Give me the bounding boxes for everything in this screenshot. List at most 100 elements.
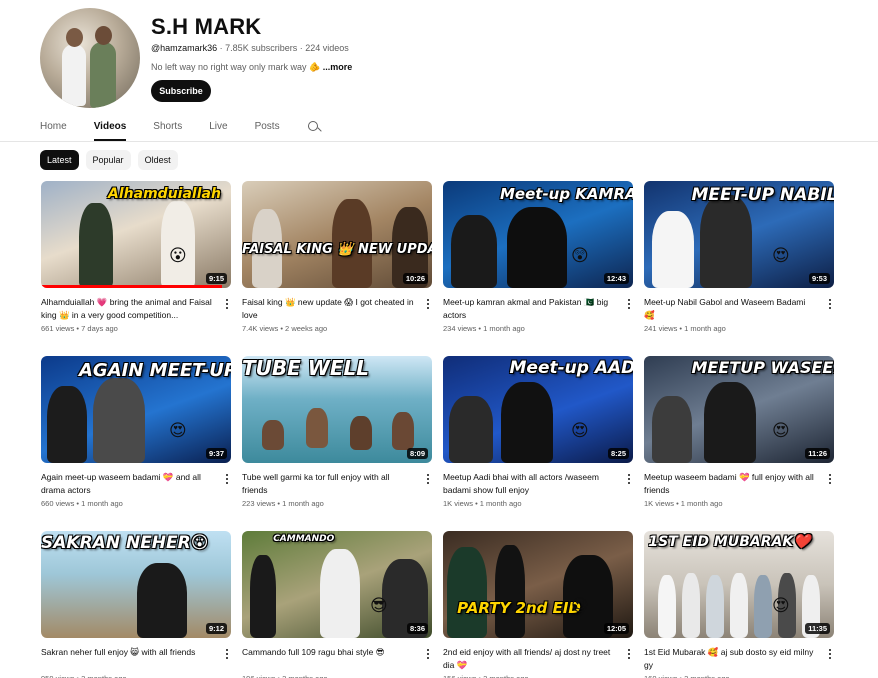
video-thumbnail[interactable]: CAMMANDO 😎 8:36: [242, 531, 432, 638]
video-thumbnail[interactable]: Alhamduiallah 😮 9:15: [41, 181, 231, 288]
thumbnail-caption: MEETUP WASEEM BADAMI: [691, 358, 835, 377]
chip-oldest[interactable]: Oldest: [137, 150, 178, 170]
video-title[interactable]: Meetup Aadi bhai with all actors /waseem…: [443, 471, 615, 496]
video-thumbnail[interactable]: FAISAL KING 👑 NEW UPDATE ❤️‍🩹 10:26: [242, 181, 432, 288]
tab-shorts[interactable]: Shorts: [153, 112, 182, 141]
duration-badge: 12:43: [603, 273, 629, 284]
video-title[interactable]: Alhamduiallah 💗 bring the animal and Fai…: [41, 296, 213, 321]
chip-latest[interactable]: Latest: [40, 150, 79, 170]
video-title[interactable]: Meet-up kamran akmal and Pakistan 🇵🇰 big…: [443, 296, 615, 321]
thumbnail-emoji: 😎: [370, 596, 388, 615]
thumbnail-person: [306, 408, 328, 448]
thumbnail-person: [79, 203, 113, 288]
more-options-icon[interactable]: [424, 647, 432, 661]
video-card[interactable]: MEET-UP NABIL GABOL 😍 9:53 Meet-up Nabil Ga…: [644, 181, 834, 356]
video-title[interactable]: Cammando full 109 ragu bhai style 😎: [242, 646, 414, 671]
thumbnail-caption: Meet-up AADI BHAI: [509, 358, 634, 378]
video-thumbnail[interactable]: TUBE WELL 8:09: [242, 356, 432, 463]
video-title[interactable]: Faisal king 👑 new update 😱 I got cheated…: [242, 296, 414, 321]
channel-avatar[interactable]: [40, 8, 140, 108]
thumbnail-emoji: 😍: [772, 596, 790, 615]
thumbnail-caption: MEET-UP NABIL GABOL: [691, 185, 835, 205]
more-options-icon[interactable]: [424, 297, 432, 311]
more-options-icon[interactable]: [223, 647, 231, 661]
thumbnail-person: [652, 211, 694, 288]
video-card[interactable]: SAKRAN NEHER😮 9:12 Sakran neher full enjoy…: [41, 531, 231, 678]
video-card[interactable]: Meet-up AADI BHAI 😍 8:25 Meetup Aadi bhai w…: [443, 356, 633, 531]
video-thumbnail[interactable]: PARTY 2nd EID 😍 12:05: [443, 531, 633, 638]
video-thumbnail[interactable]: Meet-up KAMRAN AKMAL 😲 12:43: [443, 181, 633, 288]
thumbnail-person: [137, 563, 187, 638]
video-card[interactable]: FAISAL KING 👑 NEW UPDATE ❤️‍🩹 10:26 Faisal…: [242, 181, 432, 356]
video-meta: 1K views • 1 month ago: [443, 499, 522, 508]
video-thumbnail[interactable]: MEET-UP NABIL GABOL 😍 9:53: [644, 181, 834, 288]
duration-badge: 8:09: [406, 448, 428, 459]
video-meta: 959 views • 2 months ago: [41, 674, 127, 678]
tab-videos[interactable]: Videos: [93, 112, 126, 141]
video-card[interactable]: Alhamduiallah 😮 9:15 Alhamduiallah 💗 bring …: [41, 181, 231, 356]
channel-description[interactable]: No left way no right way only mark way 🫵…: [151, 62, 352, 73]
more-options-icon[interactable]: [625, 297, 633, 311]
video-card[interactable]: CAMMANDO 😎 8:36 Cammando full 109 ragu bhai…: [242, 531, 432, 678]
thumbnail-caption: AGAIN MEET-UP: [79, 360, 231, 381]
thumbnail-person: [704, 382, 756, 463]
duration-badge: 12:05: [603, 623, 629, 634]
video-count: 224 videos: [305, 43, 349, 53]
more-options-icon[interactable]: [826, 472, 834, 486]
more-options-icon[interactable]: [223, 297, 231, 311]
thumbnail-person: [449, 396, 493, 463]
subscribe-button[interactable]: Subscribe: [151, 80, 211, 102]
video-thumbnail[interactable]: SAKRAN NEHER😮 9:12: [41, 531, 231, 638]
watch-progress-bar: [41, 285, 222, 288]
video-card[interactable]: 1ST EID MUBARAK❤️ 😍 11:35 1st Eid Mubarak 🥰…: [644, 531, 834, 678]
thumbnail-person: [658, 575, 676, 638]
duration-badge: 10:26: [402, 273, 428, 284]
thumbnail-person: [93, 378, 145, 463]
duration-badge: 9:12: [205, 623, 227, 634]
more-options-icon[interactable]: [826, 647, 834, 661]
thumbnail-person: [447, 547, 487, 638]
more-options-icon[interactable]: [826, 297, 834, 311]
thumbnail-person: [706, 575, 724, 638]
video-thumbnail[interactable]: AGAIN MEET-UP 😍 9:37: [41, 356, 231, 463]
tab-live[interactable]: Live: [209, 112, 227, 141]
video-title[interactable]: Again meet-up waseem badami 💝 and all dr…: [41, 471, 213, 496]
video-title[interactable]: Sakran neher full enjoy 😸 with all frien…: [41, 646, 213, 671]
thumbnail-emoji: 😍: [169, 421, 187, 440]
video-meta: 234 views • 1 month ago: [443, 324, 525, 333]
thumbnail-emoji: 😍: [772, 421, 790, 440]
thumbnail-caption: CAMMANDO: [273, 534, 335, 544]
video-thumbnail[interactable]: MEETUP WASEEM BADAMI 😍 11:26: [644, 356, 834, 463]
video-card[interactable]: PARTY 2nd EID 😍 12:05 2nd eid enjoy with al…: [443, 531, 633, 678]
tabs-divider: [0, 141, 878, 142]
thumbnail-caption: SAKRAN NEHER😮: [41, 533, 209, 553]
video-meta: 660 views • 1 month ago: [41, 499, 123, 508]
duration-badge: 11:26: [805, 448, 830, 459]
thumbnail-person: [495, 545, 525, 638]
channel-name: S.H MARK: [151, 14, 262, 39]
thumbnail-caption: 1ST EID MUBARAK❤️: [648, 534, 811, 550]
tab-posts[interactable]: Posts: [255, 112, 280, 141]
video-title[interactable]: Meet-up Nabil Gabol and Waseem Badami 🥰: [644, 296, 816, 321]
video-thumbnail[interactable]: Meet-up AADI BHAI 😍 8:25: [443, 356, 633, 463]
video-card[interactable]: TUBE WELL 8:09 Tube well garmi ka tor full…: [242, 356, 432, 531]
thumbnail-person: [350, 416, 372, 450]
more-options-icon[interactable]: [223, 472, 231, 486]
video-title[interactable]: Tube well garmi ka tor full enjoy with a…: [242, 471, 414, 496]
tab-home[interactable]: Home: [40, 112, 67, 141]
chip-popular[interactable]: Popular: [85, 150, 131, 170]
video-title[interactable]: 1st Eid Mubarak 🥰 aj sub dosto sy eid mi…: [644, 646, 816, 671]
more-options-icon[interactable]: [424, 472, 432, 486]
thumbnail-emoji: 😍: [772, 246, 790, 265]
more-options-icon[interactable]: [625, 647, 633, 661]
video-thumbnail[interactable]: 1ST EID MUBARAK❤️ 😍 11:35: [644, 531, 834, 638]
duration-badge: 9:37: [205, 448, 227, 459]
more-link[interactable]: ...more: [323, 62, 353, 72]
video-card[interactable]: Meet-up KAMRAN AKMAL 😲 12:43 Meet-up kamran…: [443, 181, 633, 356]
video-card[interactable]: MEETUP WASEEM BADAMI 😍 11:26 Meetup waseem …: [644, 356, 834, 531]
search-icon[interactable]: [307, 120, 321, 134]
video-title[interactable]: 2nd eid enjoy with all friends/ aj dost …: [443, 646, 615, 671]
video-title[interactable]: Meetup waseem badami 💝 full enjoy with a…: [644, 471, 816, 496]
more-options-icon[interactable]: [625, 472, 633, 486]
video-card[interactable]: AGAIN MEET-UP 😍 9:37 Again meet-up waseem b…: [41, 356, 231, 531]
